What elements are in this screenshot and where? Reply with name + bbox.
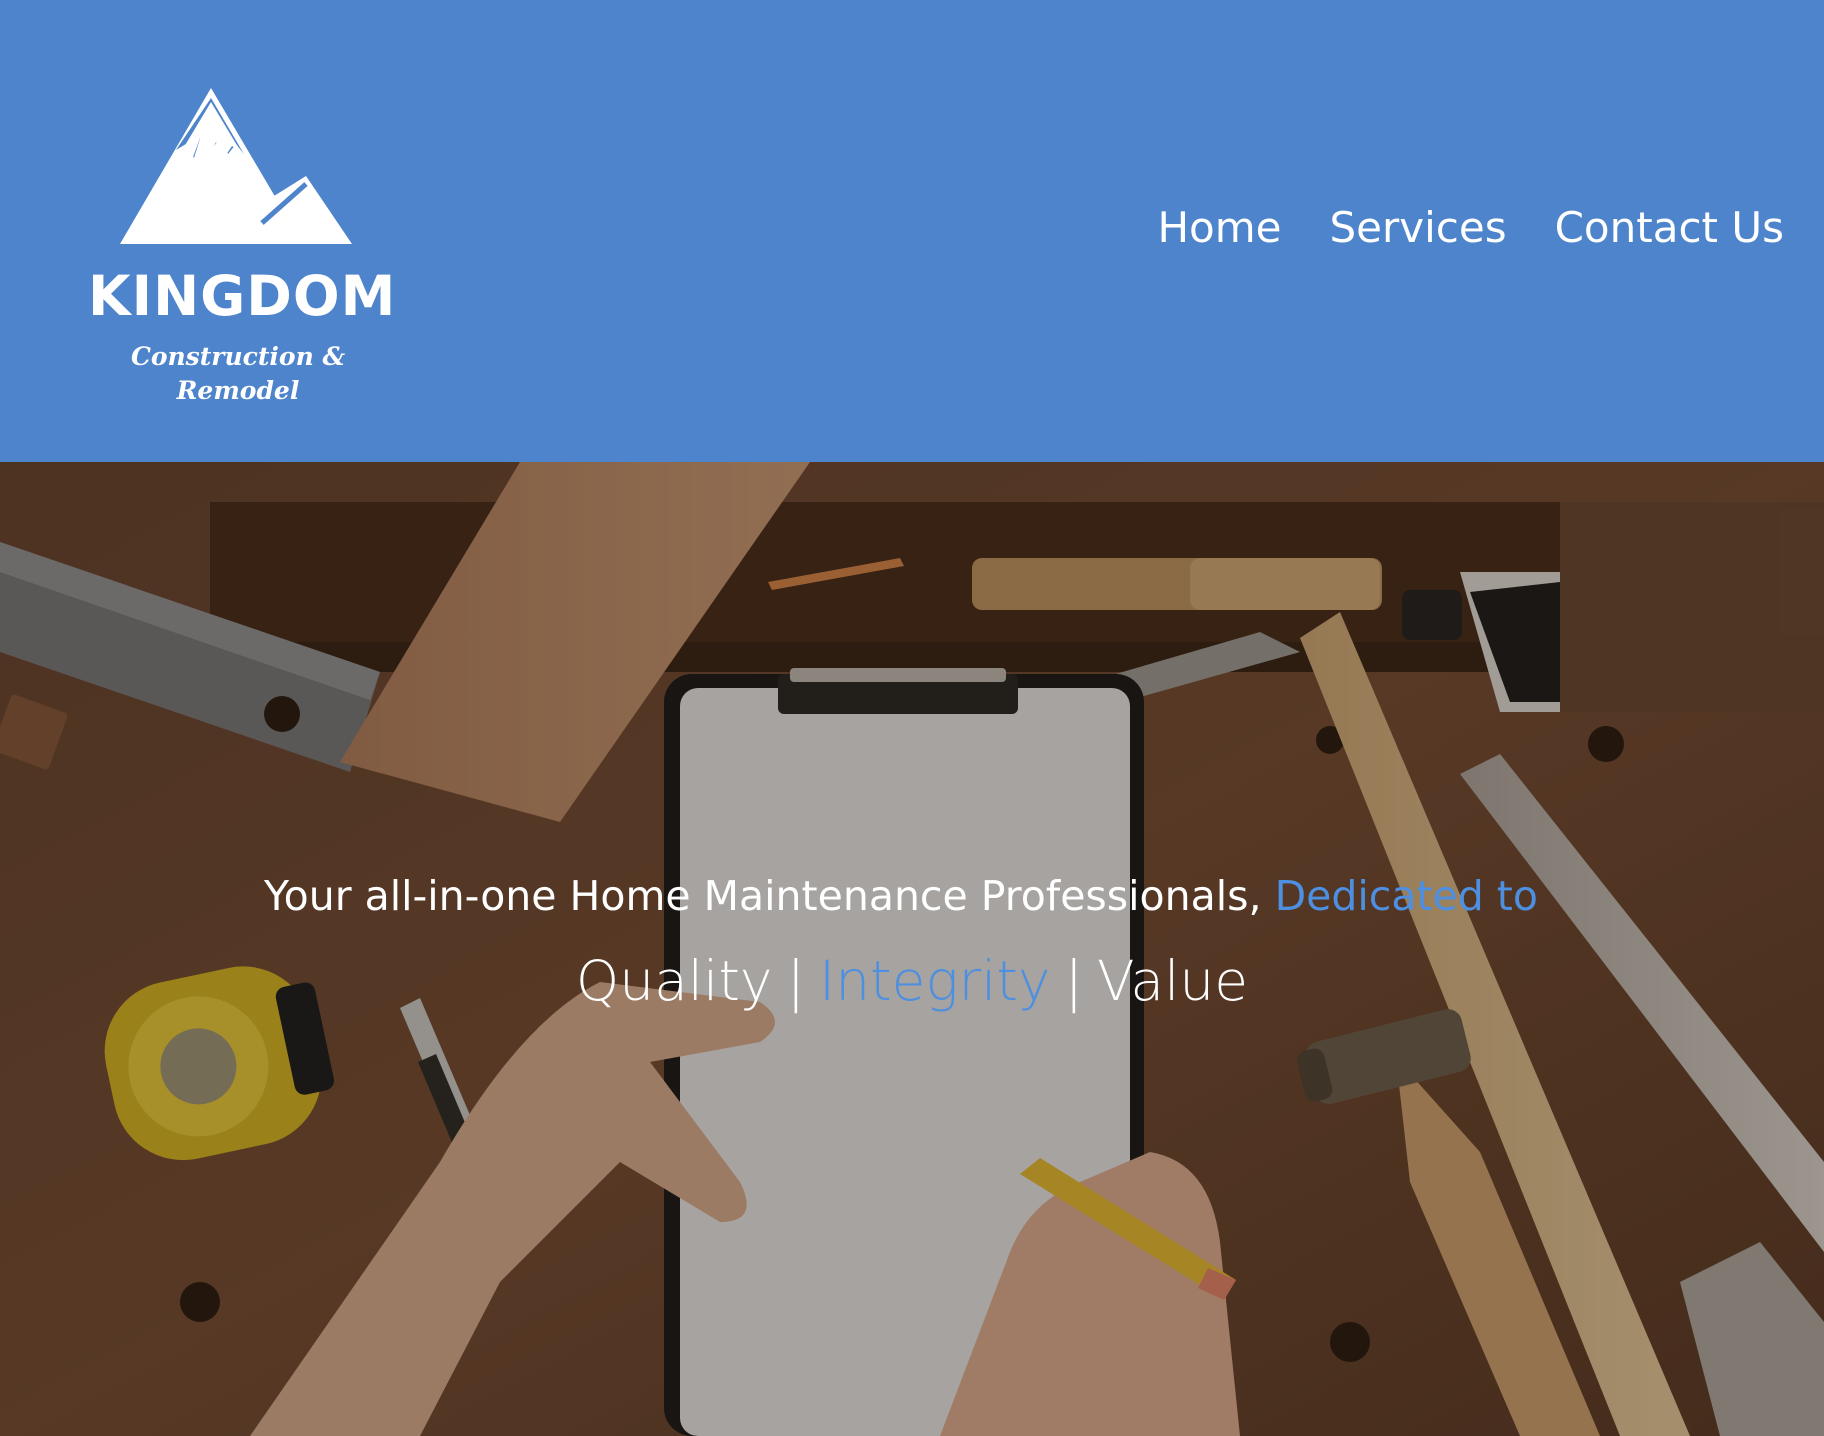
main-nav: Home Services Contact Us [1157,200,1784,256]
hero-values: Quality | Integrity | Value [0,946,1824,1016]
site-header: KINGDOM Construction & Remodel Home Serv… [0,0,1824,462]
nav-home-link[interactable]: Home [1157,200,1281,256]
mountain-peak-icon [120,88,352,244]
value-separator: | [786,949,805,1013]
hero-section: Your all-in-one Home Maintenance Profess… [0,462,1824,1436]
value-value: Value [1097,949,1249,1013]
hero-tagline: Your all-in-one Home Maintenance Profess… [0,866,1824,926]
tagline-main: Your all-in-one Home Maintenance Profess… [264,872,1275,920]
logo-title: KINGDOM [88,264,397,328]
hero-text: Your all-in-one Home Maintenance Profess… [0,866,1824,1016]
nav-services-link[interactable]: Services [1330,200,1507,256]
value-quality: Quality [575,949,773,1013]
page: KINGDOM Construction & Remodel Home Serv… [0,0,1824,1436]
value-integrity: Integrity [818,949,1051,1013]
logo-subtitle: Construction & Remodel [130,342,346,405]
nav-contact-us-link[interactable]: Contact Us [1555,200,1784,256]
brand-logo[interactable]: KINGDOM Construction & Remodel [88,88,397,405]
tagline-accent: Dedicated to [1274,872,1538,920]
value-separator: | [1064,949,1084,1013]
